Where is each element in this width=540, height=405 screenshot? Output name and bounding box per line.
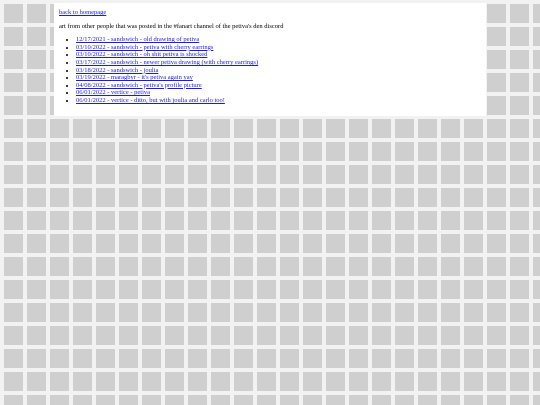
back-to-homepage-link[interactable]: back to homepage (59, 9, 106, 17)
list-item: 03/19/2022 - maragbyr - it's petiva agai… (76, 74, 481, 82)
intro-text: art from other people that was posted in… (59, 22, 284, 30)
fanart-link[interactable]: 03/10/2022 - sandswich - oh shit petiva … (76, 51, 207, 58)
fanart-link[interactable]: 03/19/2022 - maragbyr - it's petiva agai… (76, 74, 193, 81)
fanart-link[interactable]: 12/17/2021 - sandswich - old drawing of … (76, 36, 199, 43)
fanart-link[interactable]: 03/10/2022 - sandswich - petiva with che… (76, 44, 213, 51)
list-item: 06/01/2022 - vertice - petiva (76, 89, 481, 97)
fanart-link[interactable]: 03/17/2022 - sandswich - newer petiva dr… (76, 59, 258, 66)
list-item: 03/10/2022 - sandswich - petiva with che… (76, 44, 481, 52)
list-item: 12/17/2021 - sandswich - old drawing of … (76, 36, 481, 44)
fanart-list: 12/17/2021 - sandswich - old drawing of … (59, 36, 481, 104)
fanart-link[interactable]: 06/01/2022 - vertice - ditto, but with j… (76, 97, 225, 104)
list-item: 06/01/2022 - vertice - ditto, but with j… (76, 97, 481, 105)
list-item: 03/10/2022 - sandswich - oh shit petiva … (76, 51, 481, 59)
list-item: 03/17/2022 - sandswich - newer petiva dr… (76, 59, 481, 67)
main-content-panel: back to homepage art from other people t… (54, 3, 486, 116)
list-item: 04/08/2022 - sandswich - petiva's profil… (76, 82, 481, 90)
list-item: 03/18/2022 - sandswich - joulia (76, 67, 481, 75)
fanart-link[interactable]: 04/08/2022 - sandswich - petiva's profil… (76, 82, 202, 89)
fanart-link[interactable]: 06/01/2022 - vertice - petiva (76, 89, 150, 96)
fanart-link[interactable]: 03/18/2022 - sandswich - joulia (76, 67, 158, 74)
